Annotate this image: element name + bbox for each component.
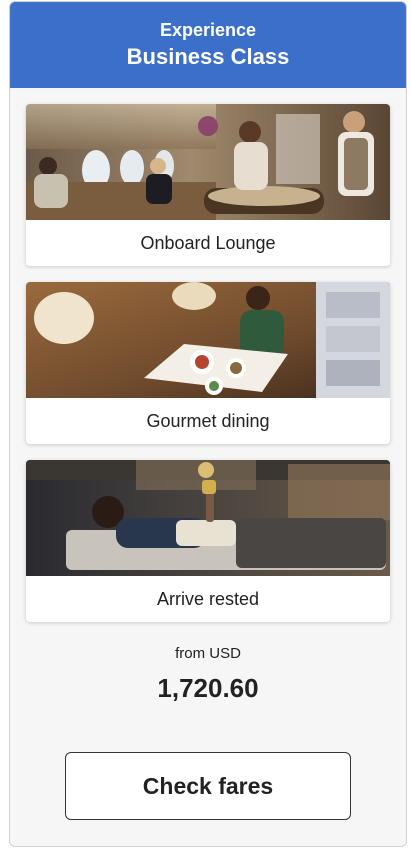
price-amount: 1,720.60 [157,673,259,703]
business-class-ad[interactable]: Experience Business Class Onboard Lounge… [9,1,407,847]
feature-card-gourmet-dining[interactable]: Gourmet dining [26,282,390,444]
header-line-experience: Experience [159,20,257,40]
price-from-label: from USD [175,645,241,662]
flat-bed-rest-photo [26,460,390,576]
gourmet-dining-photo [26,282,390,398]
card-caption: Gourmet dining [146,411,270,431]
card-caption: Arrive rested [156,589,260,609]
ad-header: Experience Business Class [10,2,406,88]
onboard-lounge-photo [26,104,390,220]
card-caption: Onboard Lounge [140,233,276,253]
header-line-business-class: Business Class [126,44,290,69]
check-fares-button[interactable]: Check fares [65,752,351,820]
price-block: from USD 1,720.60 [10,644,406,704]
feature-cards: Onboard Lounge Gourmet dining Arrive res… [10,88,406,622]
feature-card-arrive-rested[interactable]: Arrive rested [26,460,390,622]
feature-card-onboard-lounge[interactable]: Onboard Lounge [26,104,390,266]
